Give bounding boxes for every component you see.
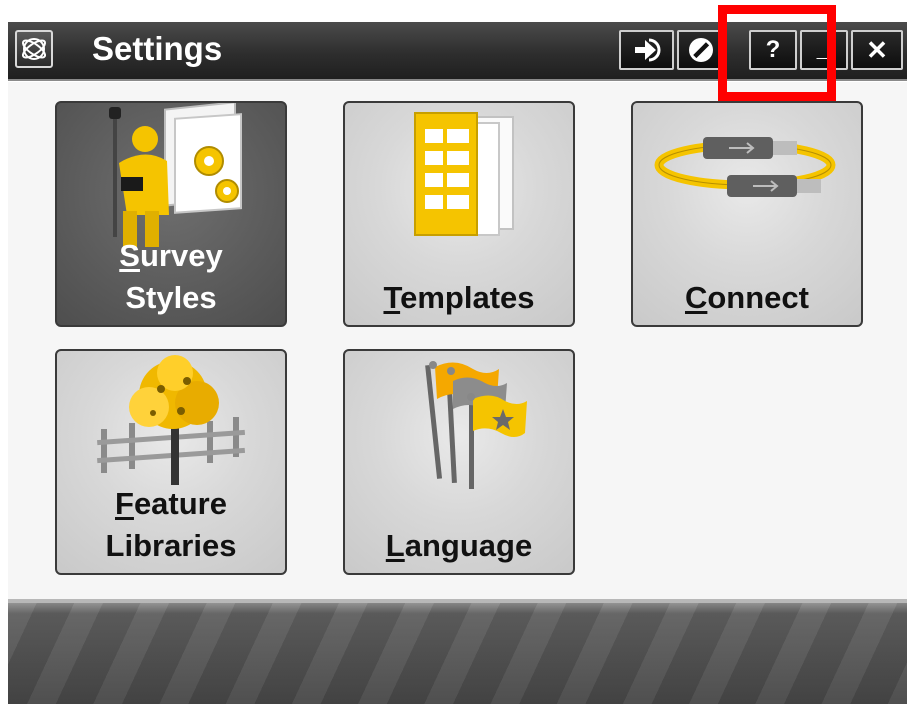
template-documents-icon xyxy=(414,112,514,236)
prohibited-icon xyxy=(689,38,713,62)
connect-label: Connect xyxy=(684,280,809,315)
help-highlight-annotation xyxy=(718,5,836,101)
templates-label: Templates xyxy=(383,280,535,315)
language-label: Language xyxy=(385,528,533,563)
feature-libraries-tile[interactable]: Feature Libraries xyxy=(55,349,287,575)
switch-to-button[interactable] xyxy=(619,30,674,70)
close-button[interactable]: ✕ xyxy=(851,30,903,70)
survey-styles-tile[interactable]: Survey Styles xyxy=(55,101,287,327)
trimble-globe-icon[interactable] xyxy=(15,30,53,68)
arrow-right-icon xyxy=(634,38,660,62)
settings-content: Survey Styles Templates Connect Feature … xyxy=(8,81,907,600)
survey-styles-label: Survey Styles xyxy=(119,238,223,315)
templates-tile[interactable]: Templates xyxy=(343,101,575,327)
window-title: Settings xyxy=(92,30,223,67)
taskbar xyxy=(8,599,907,704)
usb-cable-icon xyxy=(654,137,836,197)
settings-screen: Settings ? _ ✕ Survey Styles Templates C… xyxy=(8,22,907,704)
flags-icon xyxy=(425,361,527,489)
language-tile[interactable]: Language xyxy=(343,349,575,575)
connect-tile[interactable]: Connect xyxy=(631,101,863,327)
feature-libraries-label: Feature Libraries xyxy=(105,486,237,563)
